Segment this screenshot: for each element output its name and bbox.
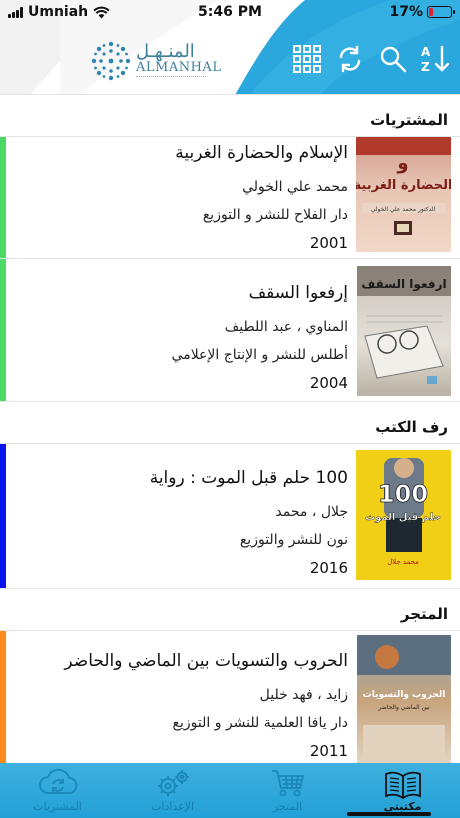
- book-publisher: دار الفلاح للنشر و التوزيع: [202, 207, 348, 223]
- book-item[interactable]: 100 حلم قبل الموت محمد جلال 100 حلم قبل …: [0, 444, 460, 589]
- sort-az-icon: A Z: [421, 45, 450, 74]
- section-header-store: المتجر: [0, 589, 460, 631]
- book-author: المناوي ، عبد اللطيف: [224, 319, 348, 335]
- book-year: 2016: [309, 559, 348, 577]
- status-bar: Umniah 5:46 PM 17%: [0, 0, 460, 24]
- cover-text: 100: [378, 480, 428, 508]
- book-author: زايد ، فهد خليل: [259, 687, 348, 703]
- book-cover[interactable]: و الحضارة الغربية الدكتور محمد علي الخول…: [356, 137, 451, 252]
- cover-text: الحروب والتسويات: [363, 690, 446, 700]
- category-bar: [0, 259, 6, 401]
- book-info: 100 حلم قبل الموت : رواية جلال ، محمد نو…: [16, 468, 348, 577]
- book-year: 2011: [309, 742, 348, 760]
- logo-tagline-line: [136, 76, 206, 78]
- battery-info: 17%: [389, 4, 455, 20]
- cover-text: و: [396, 153, 408, 174]
- section-title: رف الكتب: [375, 418, 448, 436]
- home-indicator: [347, 812, 431, 816]
- book-publisher: نون للنشر والتوزيع: [239, 532, 348, 548]
- book-year: 2004: [309, 374, 348, 392]
- book-item[interactable]: و الحضارة الغربية الدكتور محمد علي الخول…: [0, 137, 460, 259]
- cover-text: محمد جلال: [387, 558, 419, 566]
- category-bar: [0, 631, 6, 763]
- book-title[interactable]: إرفعوا السقف: [16, 283, 348, 303]
- sync-icon: [339, 45, 361, 73]
- category-bar: [0, 444, 6, 588]
- cover-text: حلم قبل الموت: [365, 512, 441, 523]
- tab-settings[interactable]: الإعدادات: [115, 763, 230, 818]
- cover-art: و الحضارة الغربية الدكتور محمد علي الخول…: [356, 137, 451, 235]
- search-icon: [380, 46, 407, 73]
- tab-purchases[interactable]: المشتريات: [0, 763, 115, 818]
- cover-text: ارفعوا السقف: [361, 277, 446, 292]
- section-header-purchases: المشتريات: [0, 95, 460, 137]
- section-title: المتجر: [400, 605, 448, 623]
- category-bar: [0, 137, 6, 258]
- cover-text: الحضارة الغربية: [356, 178, 451, 193]
- svg-text:A: A: [421, 45, 431, 59]
- battery-level: [429, 8, 433, 16]
- books-icon: [381, 768, 425, 800]
- book-cover[interactable]: 100 حلم قبل الموت محمد جلال: [356, 450, 451, 580]
- app-header: Umniah 5:46 PM 17% المنـهـل ALMANHAL A Z: [0, 0, 460, 95]
- book-info: الإسلام والحضارة الغربية محمد علي الخولي…: [16, 143, 348, 252]
- book-title[interactable]: الحروب والتسويات بين الماضي والحاضر: [16, 651, 348, 671]
- tab-my-library[interactable]: مكتبتي: [345, 763, 460, 818]
- battery-icon: [427, 6, 455, 18]
- cloud-sync-icon: [36, 768, 80, 798]
- tab-store[interactable]: المتجر: [230, 763, 345, 818]
- logo-arabic-text: المنـهـل: [136, 41, 195, 62]
- book-cover[interactable]: الحروب والتسويات بين الماضي والحاضر: [357, 635, 451, 763]
- book-title[interactable]: 100 حلم قبل الموت : رواية: [16, 468, 348, 488]
- cover-art: ارفعوا السقف: [357, 266, 451, 384]
- grid-view-button[interactable]: [290, 42, 324, 76]
- cover-text: بين الماضي والحاضر: [377, 704, 430, 711]
- cover-text: الدكتور محمد علي الخولي: [371, 206, 436, 213]
- cover-art: 100 حلم قبل الموت محمد جلال: [365, 458, 441, 566]
- tab-label: المتجر: [272, 800, 303, 813]
- book-item[interactable]: ارفعوا السقف إرفعوا السقف المناوي ، عبد …: [0, 259, 460, 402]
- logo-mark-icon: [91, 41, 131, 81]
- sort-az-button[interactable]: A Z: [418, 42, 452, 76]
- logo-english-text: ALMANHAL: [136, 60, 222, 75]
- almanhal-logo: المنـهـل ALMANHAL: [90, 38, 221, 88]
- section-title: المشتريات: [370, 111, 448, 129]
- svg-text:Z: Z: [421, 60, 430, 74]
- section-header-shelf: رف الكتب: [0, 402, 460, 444]
- gears-icon: [151, 768, 195, 798]
- header-toolbar: A Z: [290, 42, 452, 76]
- tab-label: المشتريات: [33, 800, 82, 813]
- grid-icon: [293, 45, 321, 73]
- cover-art: الحروب والتسويات بين الماضي والحاضر: [357, 635, 451, 759]
- book-author: جلال ، محمد: [275, 504, 348, 520]
- battery-percent: 17%: [389, 4, 423, 20]
- tab-label: الإعدادات: [150, 800, 195, 813]
- book-publisher: أطلس للنشر و الإنتاج الإعلامي: [171, 347, 348, 363]
- book-publisher: دار يافا العلمية للنشر و التوزيع: [172, 715, 348, 731]
- book-info: الحروب والتسويات بين الماضي والحاضر زايد…: [16, 651, 348, 760]
- book-author: محمد علي الخولي: [242, 179, 348, 195]
- library-list[interactable]: المشتريات و الحضارة الغربية الدكتور محمد…: [0, 95, 460, 763]
- sync-button[interactable]: [333, 42, 367, 76]
- book-info: إرفعوا السقف المناوي ، عبد اللطيف أطلس ل…: [16, 283, 348, 392]
- book-title[interactable]: الإسلام والحضارة الغربية: [16, 143, 348, 163]
- book-cover[interactable]: ارفعوا السقف: [357, 266, 451, 396]
- search-button[interactable]: [376, 42, 410, 76]
- bottom-tab-bar: المشتريات الإعدادات المتجر مكتبتي: [0, 763, 460, 818]
- book-item[interactable]: الحروب والتسويات بين الماضي والحاضر الحر…: [0, 631, 460, 763]
- cart-icon: [266, 768, 310, 798]
- book-year: 2001: [309, 234, 348, 252]
